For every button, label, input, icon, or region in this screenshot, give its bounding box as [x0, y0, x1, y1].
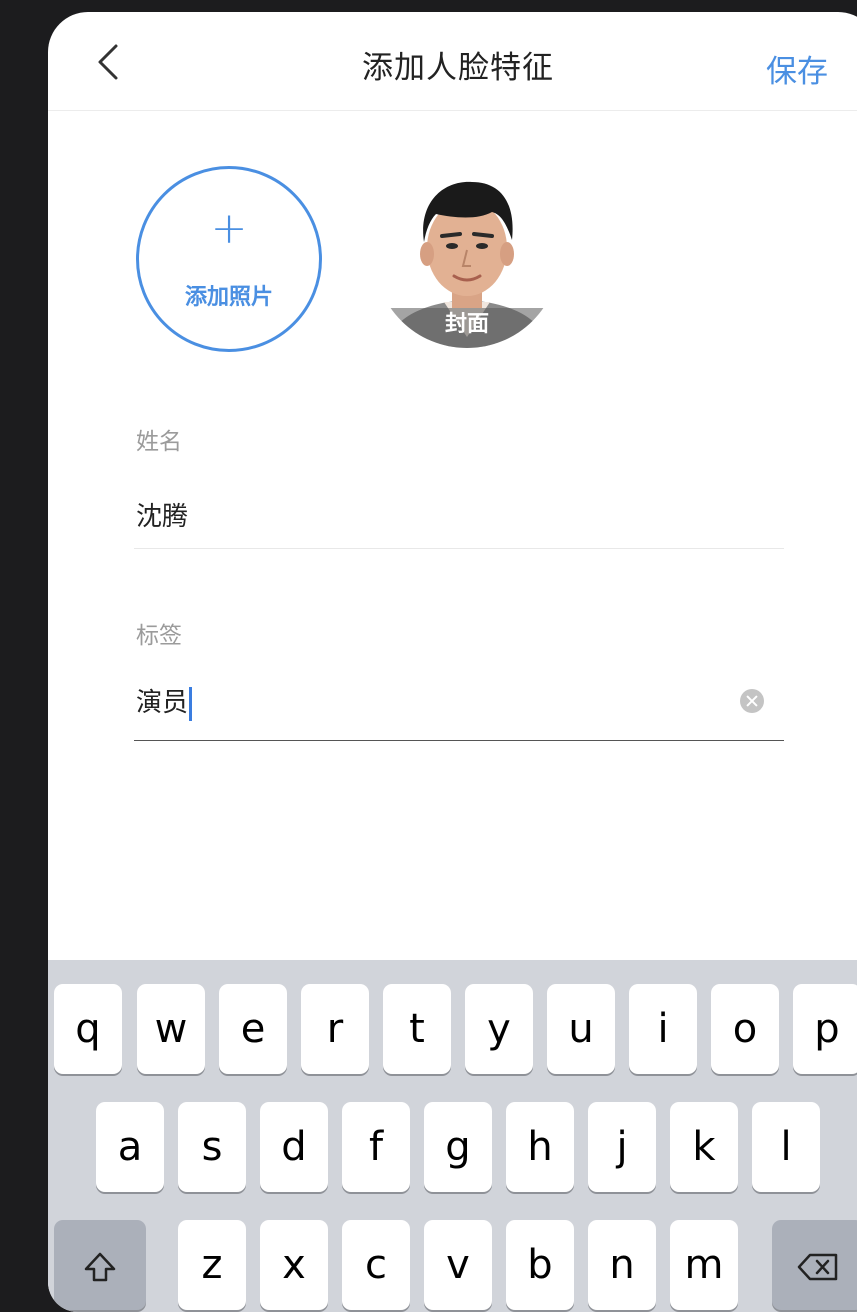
cover-photo[interactable]: 封面 — [374, 162, 560, 348]
key-g[interactable]: g — [424, 1102, 492, 1192]
key-o[interactable]: o — [711, 984, 779, 1074]
key-h[interactable]: h — [506, 1102, 574, 1192]
shift-icon — [84, 1252, 116, 1282]
tag-field-label: 标签 — [136, 623, 182, 649]
backspace-key[interactable] — [772, 1220, 857, 1310]
key-w[interactable]: w — [137, 984, 205, 1074]
key-y[interactable]: y — [465, 984, 533, 1074]
key-z[interactable]: z — [178, 1220, 246, 1310]
key-f[interactable]: f — [342, 1102, 410, 1192]
plus-icon: + — [210, 203, 248, 254]
name-field-label: 姓名 — [136, 429, 182, 455]
key-e[interactable]: e — [219, 984, 287, 1074]
tag-field[interactable]: 演员 — [136, 682, 193, 721]
key-m[interactable]: m — [670, 1220, 738, 1310]
key-t[interactable]: t — [383, 984, 451, 1074]
key-c[interactable]: c — [342, 1220, 410, 1310]
text-caret — [189, 686, 193, 721]
navigation-bar: 添加人脸特征 保存 — [48, 12, 857, 111]
cover-label: 封面 — [444, 312, 489, 337]
tag-field-underline — [134, 740, 784, 741]
key-j[interactable]: j — [588, 1102, 656, 1192]
add-photo-label: 添加照片 — [184, 285, 273, 310]
clear-icon[interactable] — [740, 689, 764, 713]
key-x[interactable]: x — [260, 1220, 328, 1310]
add-photo-button[interactable]: + 添加照片 — [136, 166, 322, 352]
key-n[interactable]: n — [588, 1220, 656, 1310]
phone-screen: 添加人脸特征 保存 + 添加照片 封面 姓名 沈腾 标签 演员 q w e r … — [48, 12, 857, 1312]
key-i[interactable]: i — [629, 984, 697, 1074]
shift-key[interactable] — [54, 1220, 146, 1310]
backspace-icon — [797, 1253, 838, 1281]
key-l[interactable]: l — [752, 1102, 820, 1192]
tag-field-value: 演员 — [136, 688, 189, 718]
save-button[interactable]: 保存 — [766, 46, 828, 91]
key-u[interactable]: u — [547, 984, 615, 1074]
keyboard: q w e r t y u i o p a s d f g h j k l z … — [48, 960, 857, 1312]
key-v[interactable]: v — [424, 1220, 492, 1310]
key-p[interactable]: p — [793, 984, 857, 1074]
key-s[interactable]: s — [178, 1102, 246, 1192]
key-b[interactable]: b — [506, 1220, 574, 1310]
key-a[interactable]: a — [96, 1102, 164, 1192]
name-field[interactable]: 沈腾 — [136, 496, 188, 533]
key-k[interactable]: k — [670, 1102, 738, 1192]
page-title: 添加人脸特征 — [362, 50, 554, 86]
key-q[interactable]: q — [54, 984, 122, 1074]
name-field-underline — [134, 548, 784, 549]
key-r[interactable]: r — [301, 984, 369, 1074]
key-d[interactable]: d — [260, 1102, 328, 1192]
